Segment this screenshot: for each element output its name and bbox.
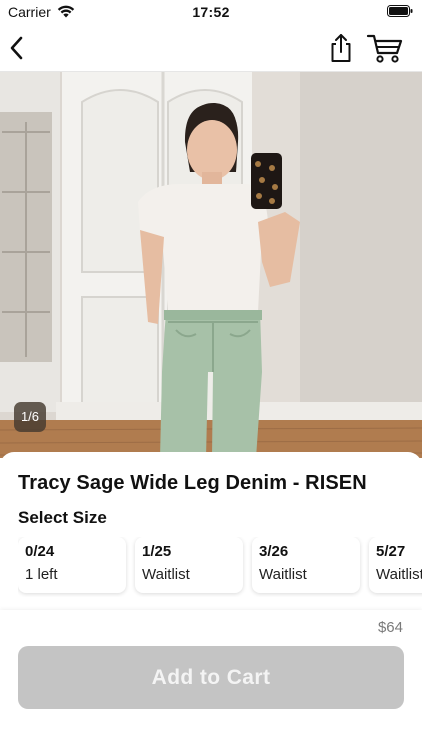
share-icon[interactable] [326,32,356,64]
navigation-bar [0,24,422,72]
chevron-left-icon[interactable] [6,34,30,62]
size-status: 1 left [25,566,58,583]
size-name: 0/24 [25,543,55,560]
select-size-label: Select Size [18,508,107,527]
size-option-5-27[interactable]: 5/27 Waitlist [369,537,422,593]
size-option-0-24[interactable]: 0/24 1 left [18,537,126,593]
product-price: $64 [377,619,403,636]
size-option-3-26[interactable]: 3/26 Waitlist [252,537,360,593]
size-name: 3/26 [259,543,289,560]
shopping-cart-icon[interactable] [366,32,404,64]
battery-icon [387,5,413,17]
size-status: Waitlist [259,566,307,583]
size-status: Waitlist [142,566,190,583]
product-title: Tracy Sage Wide Leg Denim - RISEN [18,472,367,494]
status-bar: Carrier 17:52 [0,0,422,24]
photo-counter-badge: 1/6 [14,402,46,432]
size-status: Waitlist [376,566,422,583]
product-photo-image [0,72,422,458]
size-option-1-25[interactable]: 1/25 Waitlist [135,537,243,593]
size-selector[interactable]: 0/24 1 left 1/25 Waitlist 3/26 Waitlist … [18,537,422,597]
size-name: 5/27 [376,543,406,560]
size-name: 1/25 [142,543,172,560]
purchase-footer: $64 Add to Cart [0,610,422,750]
product-photo[interactable] [0,72,422,458]
status-time: 17:52 [192,4,230,20]
add-to-cart-button[interactable]: Add to Cart [18,646,404,709]
